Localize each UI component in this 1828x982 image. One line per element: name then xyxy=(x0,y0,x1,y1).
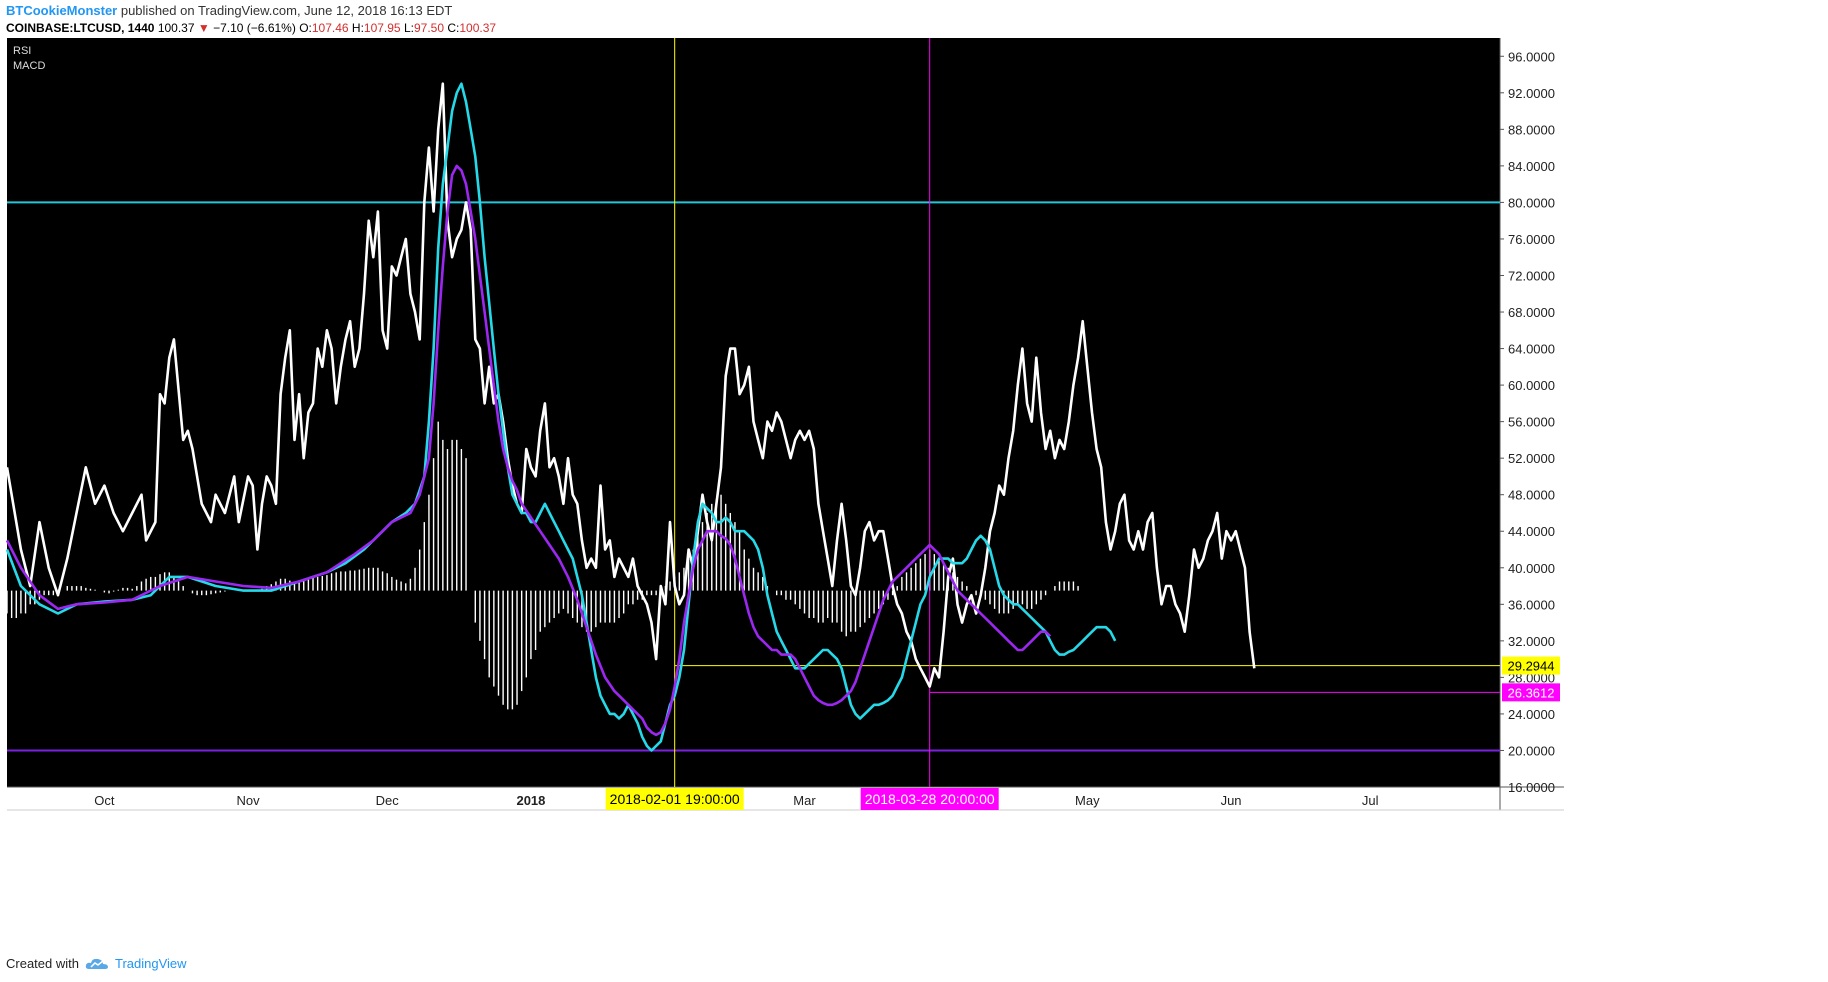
indicator-label-rsi: RSI xyxy=(13,45,31,57)
tradingview-cloud-icon xyxy=(85,958,108,969)
y-tick-label: 76.0000 xyxy=(1508,232,1555,247)
y-tick-label: 32.0000 xyxy=(1508,634,1555,649)
marker-date-label-1: 2018-02-01 19:00:00 xyxy=(610,791,740,807)
y-tick-label: 44.0000 xyxy=(1508,524,1555,539)
x-axis-panel xyxy=(7,787,1500,810)
x-tick-label: Jul xyxy=(1362,793,1379,808)
x-tick-label: May xyxy=(1075,793,1100,808)
tradingview-link[interactable]: TradingView xyxy=(115,956,187,971)
y-tick-label: 68.0000 xyxy=(1508,305,1555,320)
y-tick-label: 96.0000 xyxy=(1508,49,1555,64)
y-tick-label: 52.0000 xyxy=(1508,451,1555,466)
y-tick-label: 84.0000 xyxy=(1508,159,1555,174)
y-tick-label: 24.0000 xyxy=(1508,707,1555,722)
marker-value-label-1: 29.2944 xyxy=(1508,659,1555,674)
indicator-chart[interactable]: RSI MACD 96.0000 92.0000 88.0000 84.0000 80.00… xyxy=(0,0,1828,950)
x-tick-label: 2018 xyxy=(516,793,545,808)
x-tick-label: Jun xyxy=(1221,793,1242,808)
y-tick-label: 60.0000 xyxy=(1508,378,1555,393)
y-tick-label: 48.0000 xyxy=(1508,488,1555,503)
y-tick-label: 16.0000 xyxy=(1508,780,1555,795)
y-tick-label: 56.0000 xyxy=(1508,415,1555,430)
x-tick-label: Mar xyxy=(793,793,816,808)
x-tick-label: Dec xyxy=(376,793,400,808)
marker-value-label-2: 26.3612 xyxy=(1508,685,1555,700)
y-tick-label: 72.0000 xyxy=(1508,268,1555,283)
y-tick-label: 40.0000 xyxy=(1508,561,1555,576)
y-tick-label: 80.0000 xyxy=(1508,195,1555,210)
x-tick-label: Oct xyxy=(94,793,115,808)
y-tick-label: 92.0000 xyxy=(1508,86,1555,101)
created-with-text: Created with xyxy=(6,956,79,971)
y-tick-label: 36.0000 xyxy=(1508,597,1555,612)
y-tick-label: 20.0000 xyxy=(1508,743,1555,758)
y-tick-label: 88.0000 xyxy=(1508,122,1555,137)
indicator-label-macd: MACD xyxy=(13,60,45,72)
footer: Created with TradingView xyxy=(6,956,187,971)
marker-date-label-2: 2018-03-28 20:00:00 xyxy=(865,791,995,807)
x-tick-label: Nov xyxy=(237,793,261,808)
y-tick-label: 64.0000 xyxy=(1508,342,1555,357)
